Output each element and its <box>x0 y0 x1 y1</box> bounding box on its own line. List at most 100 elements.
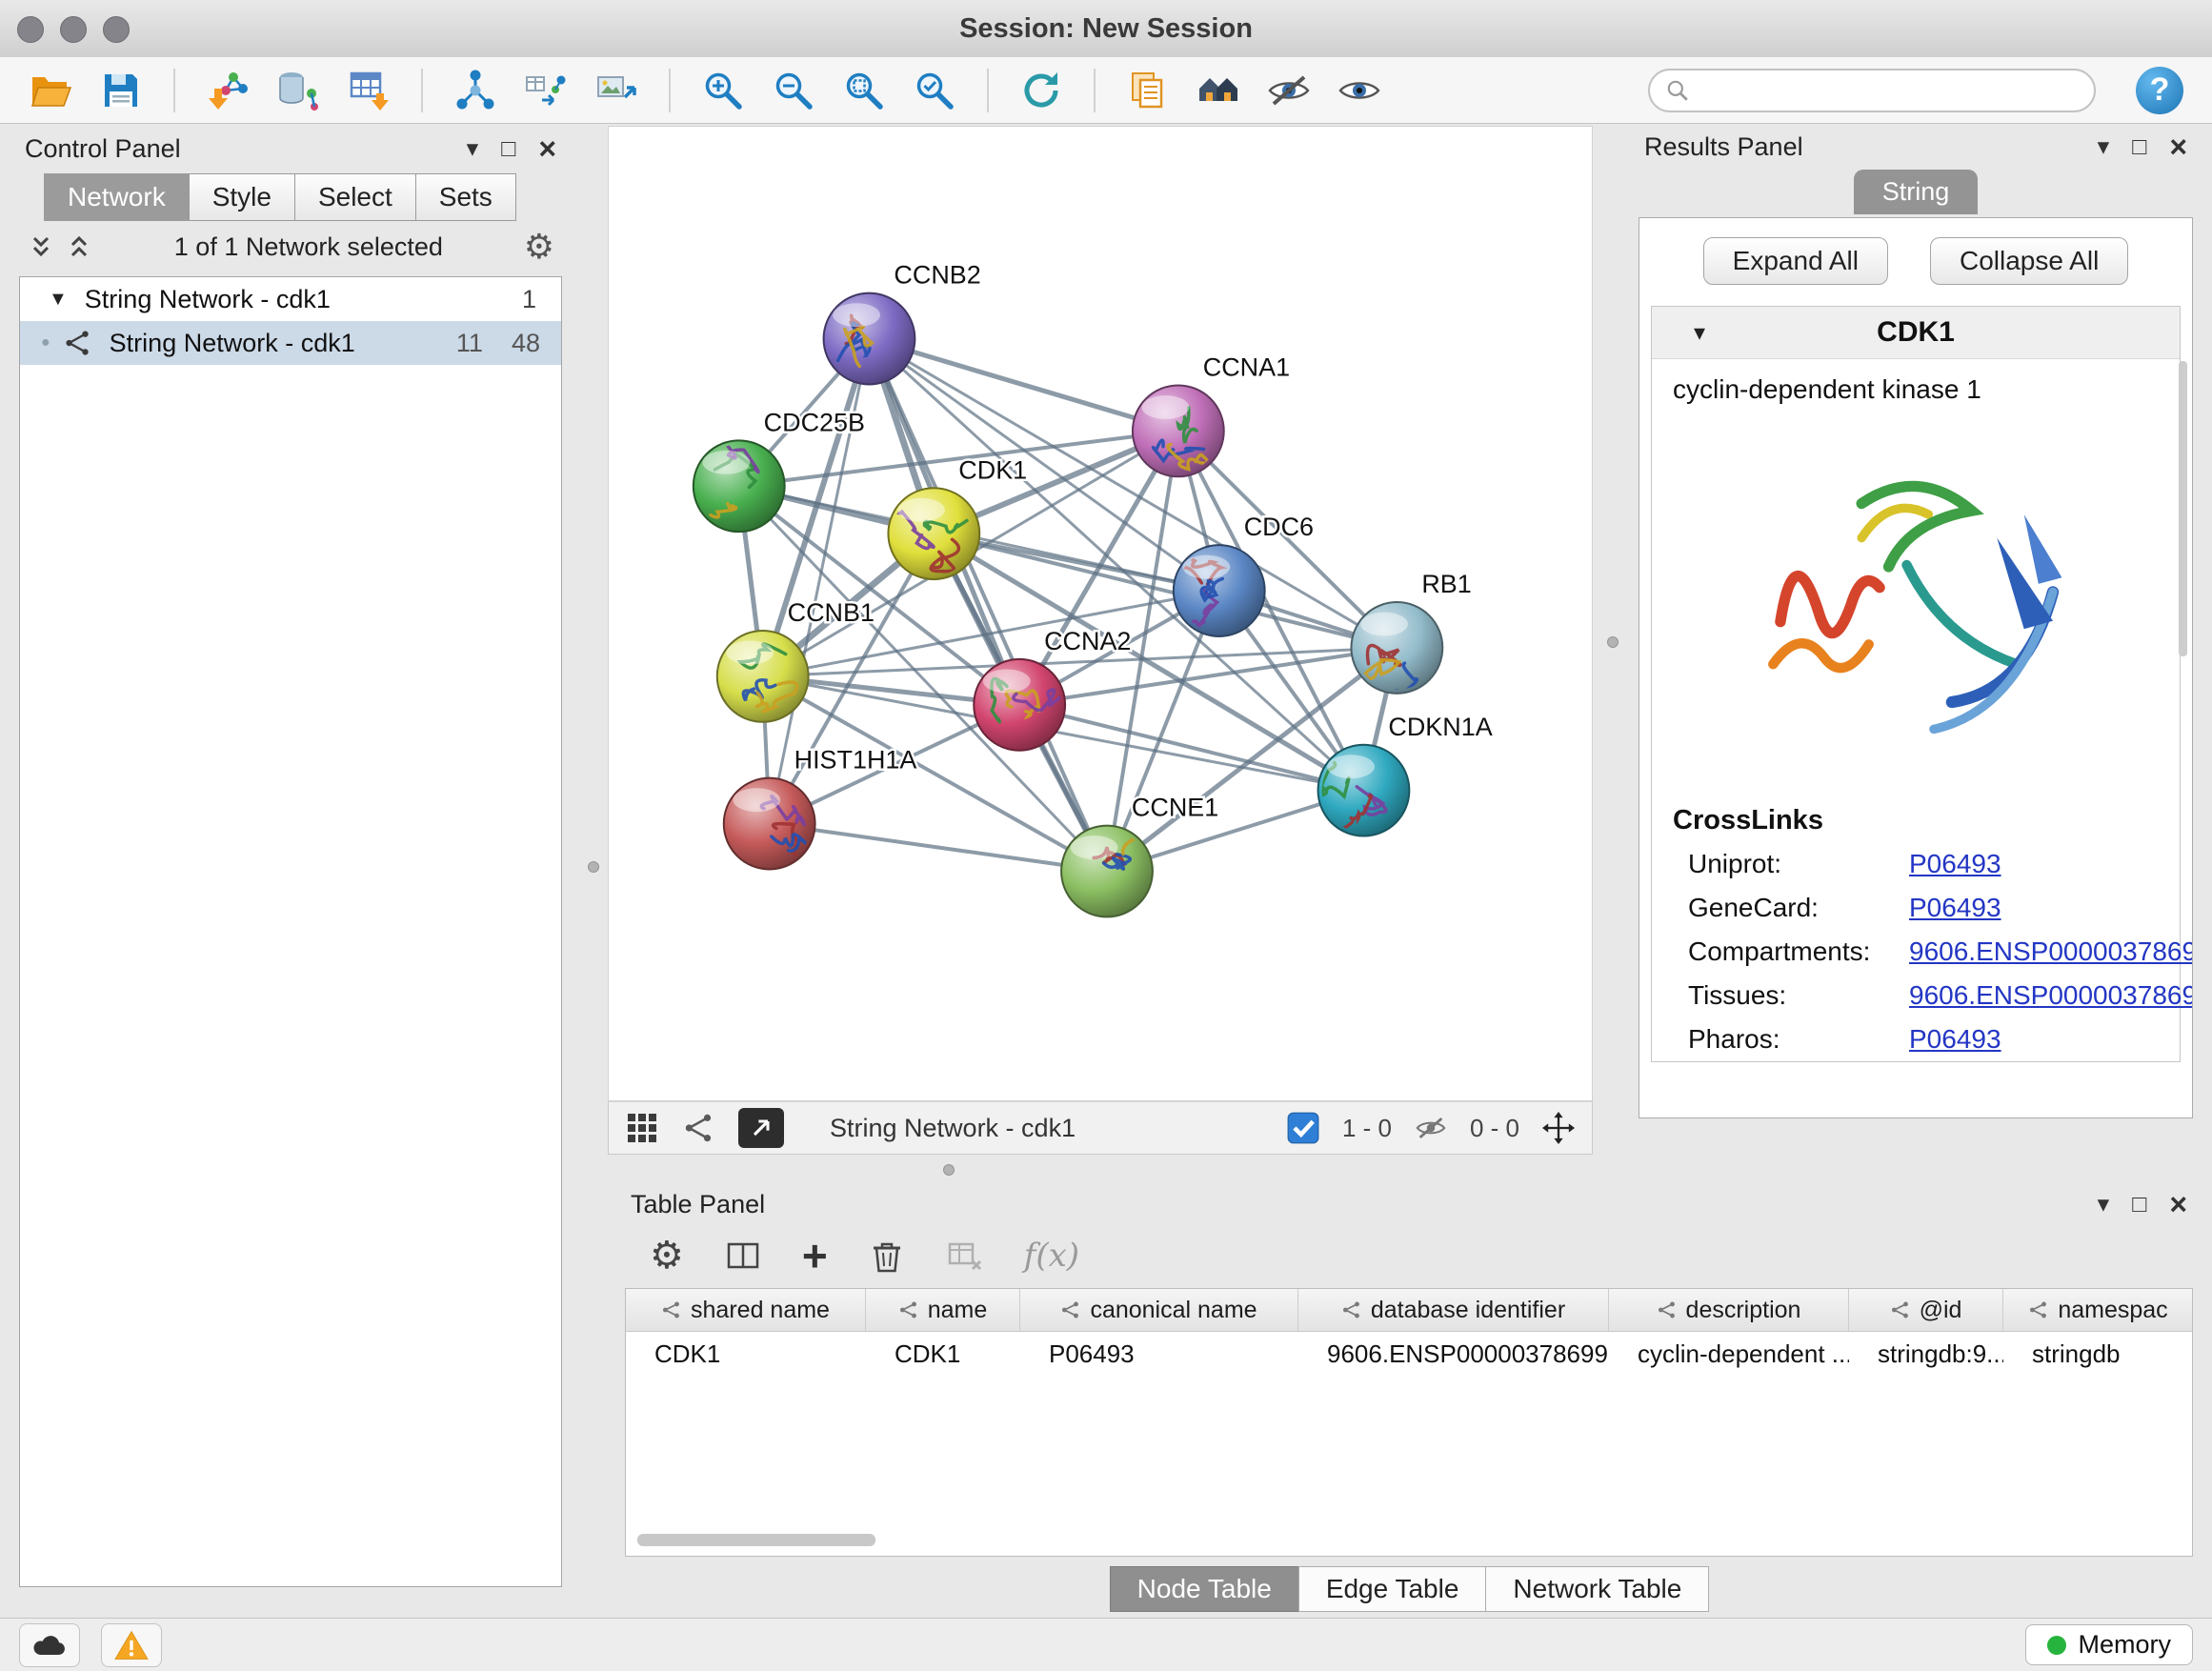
network-node-CCNA1[interactable]: CCNA1 <box>1133 352 1290 476</box>
results-scrollbar[interactable] <box>2179 361 2187 656</box>
column-header[interactable]: description <box>1609 1289 1849 1331</box>
first-neighbors-icon[interactable] <box>1193 65 1244 116</box>
save-session-icon[interactable] <box>95 65 147 116</box>
selected-checkbox-icon[interactable] <box>1285 1110 1321 1146</box>
network-node-CDKN1A[interactable]: CDKN1A <box>1318 713 1493 836</box>
copy-icon[interactable] <box>1122 65 1174 116</box>
show-all-icon[interactable] <box>1334 65 1385 116</box>
window-close-button[interactable] <box>17 16 44 43</box>
column-header[interactable]: database identifier <box>1298 1289 1609 1331</box>
network-canvas[interactable]: CCNB2CCNA1CDC25BCDK1CDC6RB1CCNB1CCNA2CDK… <box>608 126 1593 1101</box>
create-view-icon[interactable] <box>520 65 572 116</box>
network-edge[interactable] <box>869 339 1107 872</box>
network-edge[interactable] <box>770 824 1107 872</box>
import-table-icon[interactable] <box>343 65 394 116</box>
close-panel-icon[interactable]: × <box>2169 1187 2187 1222</box>
zoom-fit-icon[interactable] <box>838 65 890 116</box>
tab-style[interactable]: Style <box>189 173 295 221</box>
tab-edge-table[interactable]: Edge Table <box>1298 1566 1487 1612</box>
float-panel-icon[interactable]: ▾ <box>2098 1190 2110 1218</box>
column-header[interactable]: namespac <box>2003 1289 2193 1331</box>
zoom-in-icon[interactable] <box>697 65 749 116</box>
close-panel-icon[interactable]: × <box>538 131 556 167</box>
network-node-CDC6[interactable]: CDC6 <box>1174 513 1314 636</box>
search-input[interactable] <box>1699 74 2079 106</box>
zoom-out-icon[interactable] <box>768 65 819 116</box>
zoom-selected-icon[interactable] <box>909 65 960 116</box>
crosslink-link[interactable]: P06493 <box>1909 893 2001 923</box>
window-zoom-button[interactable] <box>103 16 130 43</box>
expand-all-button[interactable]: Expand All <box>1703 237 1888 285</box>
warning-icon[interactable] <box>101 1623 162 1667</box>
table-cell[interactable]: stringdb <box>2003 1332 2193 1376</box>
show-columns-icon[interactable] <box>724 1237 762 1275</box>
grid-view-icon[interactable] <box>624 1110 660 1146</box>
maximize-panel-icon[interactable]: □ <box>2132 1191 2146 1218</box>
expand-all-icon[interactable] <box>65 232 93 261</box>
detach-view-button[interactable] <box>738 1108 784 1148</box>
network-collection-row[interactable]: ▼ String Network - cdk1 1 <box>20 277 561 321</box>
hide-selected-icon[interactable] <box>1263 65 1315 116</box>
network-node-HIST1H1A[interactable]: HIST1H1A <box>724 746 917 870</box>
float-panel-icon[interactable]: ▾ <box>467 134 479 163</box>
table-cell[interactable]: cyclin-dependent ... <box>1609 1332 1849 1376</box>
maximize-panel-icon[interactable]: □ <box>501 135 515 163</box>
splitter-handle[interactable] <box>1607 636 1619 648</box>
collapse-section-icon[interactable]: ▾ <box>1694 319 1705 347</box>
search-box[interactable] <box>1648 69 2096 112</box>
window-minimize-button[interactable] <box>60 16 87 43</box>
network-node-RB1[interactable]: RB1 <box>1351 570 1471 705</box>
column-header[interactable]: @id <box>1849 1289 2003 1331</box>
splitter-handle[interactable] <box>588 861 599 873</box>
delete-column-trash-icon[interactable] <box>868 1237 906 1275</box>
float-panel-icon[interactable]: ▾ <box>2098 132 2110 161</box>
import-network-file-icon[interactable] <box>202 65 253 116</box>
tab-network-table[interactable]: Network Table <box>1485 1566 1709 1612</box>
network-graph[interactable]: CCNB2CCNA1CDC25BCDK1CDC6RB1CCNB1CCNA2CDK… <box>609 127 1592 1100</box>
add-column-icon[interactable]: + <box>802 1237 828 1275</box>
crosslink-link[interactable]: 9606.ENSP00000378699 <box>1909 980 2193 1011</box>
tab-node-table[interactable]: Node Table <box>1110 1566 1299 1612</box>
protein-section-header[interactable]: ▾ CDK1 <box>1652 307 2180 359</box>
tab-select[interactable]: Select <box>294 173 416 221</box>
column-header[interactable]: canonical name <box>1020 1289 1298 1331</box>
help-icon[interactable]: ? <box>2136 67 2183 114</box>
network-node-CCNE1[interactable]: CCNE1 <box>1061 794 1218 917</box>
table-cell[interactable]: P06493 <box>1020 1332 1298 1376</box>
tab-sets[interactable]: Sets <box>415 173 516 221</box>
splitter-handle[interactable] <box>943 1164 955 1176</box>
network-row-label: String Network - cdk1 <box>110 329 355 358</box>
table-cell[interactable]: 9606.ENSP00000378699 <box>1298 1332 1609 1376</box>
maximize-panel-icon[interactable]: □ <box>2132 133 2146 161</box>
memory-button[interactable]: Memory <box>2025 1624 2193 1665</box>
cloud-status-icon[interactable] <box>19 1623 80 1667</box>
table-cell[interactable]: CDK1 <box>866 1332 1020 1376</box>
birds-eye-view-icon[interactable] <box>681 1110 717 1146</box>
crosslink-link[interactable]: P06493 <box>1909 1024 2001 1055</box>
new-network-icon[interactable] <box>450 65 501 116</box>
column-header[interactable]: name <box>866 1289 1020 1331</box>
export-image-icon[interactable] <box>591 65 642 116</box>
table-cell[interactable]: CDK1 <box>626 1332 866 1376</box>
tab-string[interactable]: String <box>1854 170 1979 214</box>
table-settings-gear-icon[interactable]: ⚙ <box>650 1234 684 1278</box>
collapse-all-icon[interactable] <box>27 232 55 261</box>
column-header[interactable]: shared name <box>626 1289 866 1331</box>
open-session-icon[interactable] <box>25 65 76 116</box>
network-row-selected[interactable]: ● String Network - cdk1 11 48 <box>20 321 561 365</box>
network-node-CDK1[interactable]: CDK1 <box>882 455 1027 579</box>
table-row[interactable]: CDK1CDK1P064939606.ENSP00000378699cyclin… <box>626 1332 2192 1376</box>
network-edge[interactable] <box>869 339 1177 432</box>
crosslink-link[interactable]: P06493 <box>1909 849 2001 879</box>
crosslink-link[interactable]: 9606.ENSP00000378699 <box>1909 936 2193 967</box>
table-cell[interactable]: stringdb:9... <box>1849 1332 2003 1376</box>
tree-expander-icon[interactable]: ▼ <box>49 289 68 311</box>
refresh-view-icon[interactable] <box>1016 65 1067 116</box>
import-network-database-icon[interactable] <box>272 65 324 116</box>
fit-selected-crosshair-icon[interactable] <box>1540 1110 1577 1146</box>
collapse-all-button[interactable]: Collapse All <box>1930 237 2128 285</box>
gear-icon[interactable]: ⚙ <box>524 227 554 267</box>
close-panel-icon[interactable]: × <box>2169 130 2187 165</box>
table-horizontal-scrollbar[interactable] <box>637 1534 875 1546</box>
tab-network[interactable]: Network <box>44 173 190 221</box>
